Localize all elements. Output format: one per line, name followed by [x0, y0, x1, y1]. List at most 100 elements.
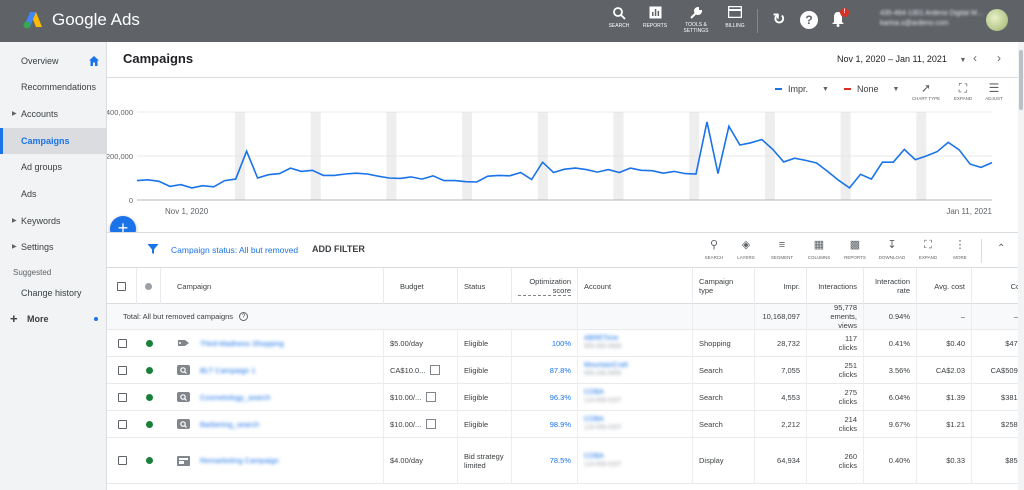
table-columns-button[interactable]: ▦ COLUMNS — [802, 238, 836, 260]
account-link[interactable]: ABRETime 555-555-5555 — [584, 334, 621, 352]
collapse-button[interactable]: ⌃ — [997, 243, 1005, 254]
table-row[interactable]: Third-Madness Shopping $5.00/day Eligible 1… — [107, 330, 1024, 357]
table-download-button[interactable]: ↧ DOWNLOAD — [875, 238, 909, 260]
enabled-status-dot[interactable] — [145, 393, 153, 401]
impr-cell: 28,732 — [755, 330, 807, 356]
impressions-series-line[interactable] — [136, 121, 993, 189]
scrollbar-thumb[interactable] — [1019, 50, 1023, 110]
table-layers-button[interactable]: ◈ LAYERS — [729, 238, 763, 260]
campaign-name-link[interactable]: Cosmetology_search — [200, 393, 270, 402]
help-button[interactable]: ? — [800, 11, 818, 29]
col-account[interactable]: Account — [578, 268, 693, 304]
enabled-status-dot[interactable] — [145, 457, 153, 464]
top-billing-button[interactable]: BILLING — [715, 6, 755, 29]
filter-icon[interactable] — [147, 243, 159, 255]
campaign-name-link[interactable]: BLT Campaign 1 — [200, 366, 256, 375]
sidebar-item-settings[interactable]: ▶ Settings — [0, 234, 107, 260]
table-search-button[interactable]: ⚲ SEARCH — [697, 238, 731, 260]
row-checkbox[interactable] — [117, 365, 127, 375]
add-filter-button[interactable]: ADD FILTER — [312, 244, 365, 254]
sidebar-item-more[interactable]: + More — [0, 306, 107, 332]
sidebar-item-label: Ad groups — [21, 162, 63, 172]
sidebar-item-campaigns[interactable]: Campaigns — [0, 128, 107, 154]
campaign-name-link[interactable]: Barbering_search — [200, 420, 259, 429]
account-link[interactable]: MountainCraft 555-155-5555 — [584, 361, 628, 379]
col-label: Status — [464, 281, 486, 291]
col-campaign[interactable]: Campaign — [161, 268, 384, 304]
table-segment-button[interactable]: ≡ SEGMENT — [765, 238, 799, 260]
rate-cell: 0.40% — [864, 438, 917, 483]
sidebar-item-ads[interactable]: Ads — [0, 181, 107, 207]
table-more-button[interactable]: ⋮ MORE — [943, 238, 977, 260]
status-dot-icon[interactable] — [145, 282, 152, 290]
col-avg-cost[interactable]: Avg. cost — [917, 268, 972, 304]
top-reports-button[interactable]: REPORTS — [635, 6, 675, 29]
account-link[interactable]: COBA 123-555-0207 — [584, 388, 621, 406]
totals-rate: 0.94% — [864, 304, 917, 329]
avg-cost-cell: $1.39 — [917, 384, 972, 410]
campaign-name-link[interactable]: Remarketing Campaign — [200, 456, 279, 465]
help-icon[interactable]: ? — [239, 312, 249, 321]
budget-value[interactable]: $10.00/... — [390, 420, 421, 429]
budget-value[interactable]: $5.00/day — [390, 339, 423, 348]
table-expand-button[interactable]: ⛶ EXPAND — [911, 238, 945, 260]
sidebar-item-ad-groups[interactable]: Ad groups — [0, 154, 107, 180]
optimization-score-link[interactable]: 96.3% — [550, 393, 571, 402]
sidebar-item-overview[interactable]: Overview — [0, 48, 107, 74]
col-optimization-score[interactable]: Optimization score — [512, 268, 578, 304]
col-campaign-type[interactable]: Campaign type — [693, 268, 755, 304]
page-scrollbar[interactable] — [1018, 42, 1024, 490]
budget-chart-icon[interactable] — [430, 365, 441, 375]
enabled-status-dot[interactable] — [145, 420, 153, 428]
top-tools-settings-button[interactable]: TOOLS & SETTINGS — [676, 6, 716, 34]
campaign-status-filter[interactable]: Campaign status: All but removed — [171, 245, 298, 255]
google-ads-logo[interactable]: Google Ads — [22, 9, 140, 31]
table-reports-button[interactable]: ▩ REPORTS — [838, 238, 872, 260]
row-checkbox[interactable] — [117, 392, 127, 402]
row-checkbox[interactable] — [117, 456, 127, 465]
notifications-button[interactable]: ! — [831, 8, 849, 32]
refresh-button[interactable]: ↻ — [770, 11, 788, 29]
budget-value[interactable]: $10.00/... — [390, 393, 421, 402]
sidebar-item-recommendations[interactable]: Recommendations — [0, 74, 107, 100]
select-all-checkbox[interactable] — [117, 281, 126, 291]
col-interaction-rate[interactable]: Interaction rate — [864, 268, 917, 304]
sidebar-item-keywords[interactable]: ▶ Keywords — [0, 208, 107, 234]
google-ads-logo-icon — [23, 12, 42, 29]
row-checkbox[interactable] — [117, 338, 127, 348]
col-impressions[interactable]: Impr. — [755, 268, 807, 304]
table-row[interactable]: Cosmetology_search $10.00/... Eligible 96.3… — [107, 384, 1024, 411]
col-budget[interactable]: Budget — [384, 268, 458, 304]
avatar[interactable] — [986, 9, 1008, 31]
search-icon: ⚲ — [709, 239, 719, 251]
y-tick-label: 0 — [129, 196, 133, 205]
sidebar-item-accounts[interactable]: ▶ Accounts — [0, 101, 107, 127]
account-link[interactable]: COBA 123-555-0207 — [584, 415, 621, 433]
budget-value[interactable]: CA$10.0... — [390, 366, 425, 375]
budget-value[interactable]: $4.00/day — [390, 456, 423, 465]
date-range-picker[interactable]: Nov 1, 2020 – Jan 11, 2021 ▼ — [837, 54, 966, 64]
optimization-score-link[interactable]: 100% — [552, 339, 571, 348]
account-link[interactable]: COBA 123-555-0207 — [584, 452, 621, 470]
budget-chart-icon[interactable] — [426, 419, 437, 429]
account-info[interactable]: 435-464-1301 Ardeno Digital M... karina.… — [880, 9, 983, 29]
col-cost[interactable]: Cost — [972, 268, 1024, 304]
previous-period-button[interactable]: ‹ — [973, 51, 977, 65]
table-row[interactable]: Remarketing Campaign $4.00/day Bid strateg… — [107, 438, 1024, 484]
sidebar-item-change-history[interactable]: Change history — [0, 280, 107, 306]
col-interactions[interactable]: Interactions — [807, 268, 864, 304]
table-row[interactable]: Barbering_search $10.00/... Eligible 98.9% C… — [107, 411, 1024, 438]
next-period-button[interactable]: › — [997, 51, 1001, 65]
row-checkbox[interactable] — [117, 419, 127, 429]
enabled-status-dot[interactable] — [145, 339, 153, 347]
col-label: Campaign — [177, 281, 212, 291]
table-row[interactable]: BLT Campaign 1 CA$10.0... Eligible 87.8% Mou… — [107, 357, 1024, 384]
optimization-score-link[interactable]: 87.8% — [550, 366, 571, 375]
optimization-score-link[interactable]: 78.5% — [550, 456, 571, 465]
budget-chart-icon[interactable] — [426, 392, 437, 402]
campaign-name-link[interactable]: Third-Madness Shopping — [200, 339, 284, 348]
enabled-status-dot[interactable] — [145, 366, 153, 374]
top-search-button[interactable]: SEARCH — [599, 6, 639, 29]
optimization-score-link[interactable]: 98.9% — [550, 420, 571, 429]
col-status[interactable]: Status — [458, 268, 512, 304]
